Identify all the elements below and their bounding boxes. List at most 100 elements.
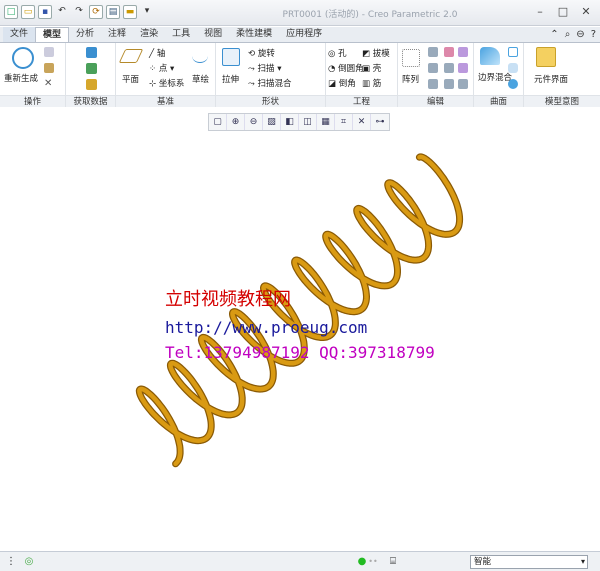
group-label-datum[interactable]: 基准 [116,95,215,107]
axis-label: 轴 [156,49,166,59]
group-label-get-data[interactable]: 获取数据 [66,95,115,107]
shrinkwrap-icon[interactable] [86,63,97,74]
sketch-icon[interactable] [192,49,208,63]
redo-icon[interactable]: ↷ [72,5,86,19]
sweep-button[interactable]: ⤳ 扫描 ▾ [248,62,282,74]
tab-render[interactable]: 渲染 [133,27,165,42]
save-icon[interactable]: ▪ [38,5,52,19]
csys-button[interactable]: ⊹ 坐标系 [149,77,184,89]
customize-icon[interactable]: ▾ [140,5,154,19]
view-manager-icon[interactable]: ▦ [317,114,335,130]
plane-icon[interactable] [118,49,144,63]
group-engineering: ◎ 孔 ◩ 拔模 ◔ 倒圆角 ▣ 壳 ◪ 倒角 ▥ 筋 工程 [326,43,398,107]
zoom-in-icon[interactable]: ⊕ [227,114,245,130]
component-interface-icon[interactable] [536,47,556,67]
extrude-button[interactable]: 拉伸 [222,73,239,85]
rib-button[interactable]: ▥ 筋 [362,77,381,89]
shell-label: 壳 [372,64,382,74]
mirror-icon[interactable] [428,47,438,57]
tab-tools[interactable]: 工具 [165,27,197,42]
shell-button[interactable]: ▣ 壳 [362,62,381,74]
sketch-button[interactable]: 草绘 [192,73,209,85]
pattern-icon[interactable] [402,49,420,67]
revolve-button[interactable]: ⟲ 旋转 [248,47,275,59]
freestyle-icon[interactable] [508,63,518,73]
fill-icon[interactable] [508,47,518,57]
browser-toggle-icon[interactable]: ◎ [22,555,36,569]
chamfer-button[interactable]: ◪ 倒角 [328,77,356,89]
thicken-icon[interactable] [444,79,454,89]
style-icon[interactable] [508,79,518,89]
component-interface-button[interactable]: 元件界面 [534,73,568,85]
tab-view[interactable]: 视图 [197,27,229,42]
tab-file[interactable]: 文件 [3,27,36,42]
group-label-engineering[interactable]: 工程 [326,95,397,107]
help-menu-icon[interactable]: ? [591,29,596,40]
regenerate-large-icon[interactable] [12,47,34,69]
delete-icon[interactable]: ✕ [44,79,54,89]
repaint-icon[interactable]: ▨ [263,114,281,130]
annotation-display-icon[interactable]: ✕ [353,114,371,130]
display-style-icon[interactable]: ◧ [281,114,299,130]
new-icon[interactable]: □ [4,5,18,19]
paste-icon[interactable] [44,63,54,73]
tab-analysis[interactable]: 分析 [69,27,101,42]
copy-icon[interactable] [44,47,54,57]
tab-flexible-modeling[interactable]: 柔性建模 [229,27,279,42]
zoom-out-icon[interactable]: ⊖ [245,114,263,130]
model-tree-toggle-icon[interactable]: ⋮ [4,555,18,569]
regenerate-button[interactable]: 重新生成 [4,72,38,84]
selection-filter-dropdown[interactable]: 智能 ▾ [470,555,588,569]
round-button[interactable]: ◔ 倒圆角 [328,62,364,74]
group-label-model-intent[interactable]: 模型意图 [524,95,600,107]
group-label-shapes[interactable]: 形状 [216,95,325,107]
close-window-icon[interactable]: ✕ [576,5,596,19]
spin-center-icon[interactable]: ⊶ [371,114,389,130]
search-icon[interactable]: ⌕ [565,29,571,40]
boundary-blend-button[interactable]: 边界混合 [478,71,512,83]
find-icon[interactable]: ⌸ [386,555,400,569]
solidify-icon[interactable] [458,79,468,89]
draft-button[interactable]: ◩ 拔模 [362,47,390,59]
maximize-icon[interactable]: □ [553,5,573,19]
zoom-fit-icon[interactable]: ▢ [209,114,227,130]
sweep-label: 扫描 [257,64,275,74]
saved-views-icon[interactable]: ◫ [299,114,317,130]
help-icon[interactable]: ⊖ [576,29,584,40]
project-icon[interactable] [458,47,468,57]
undo-icon[interactable]: ↶ [55,5,69,19]
plane-button[interactable]: 平面 [122,73,139,85]
point-button[interactable]: ⁘ 点 ▾ [149,62,174,74]
window-controls: – □ ✕ [530,5,596,19]
merge-icon[interactable] [86,79,97,90]
close-icon[interactable]: ▬ [123,5,137,19]
tab-annotate[interactable]: 注释 [101,27,133,42]
offset-icon[interactable] [428,79,438,89]
open-icon[interactable]: ▭ [21,5,35,19]
trim-icon[interactable] [444,63,454,73]
merge-edit-icon[interactable] [444,47,454,57]
swept-blend-button[interactable]: ⤳ 扫描混合 [248,77,292,89]
chevron-down-icon: ▾ [580,557,585,566]
collapse-ribbon-icon[interactable]: ⌃ [550,29,558,40]
group-label-operations[interactable]: 操作 [0,95,65,107]
tab-applications[interactable]: 应用程序 [279,27,329,42]
extrude-icon[interactable] [222,48,240,66]
minimize-icon[interactable]: – [530,5,550,19]
group-label-editing[interactable]: 编辑 [398,95,473,107]
datum-display-icon[interactable]: ⌗ [335,114,353,130]
hole-button[interactable]: ◎ 孔 [328,47,347,59]
regenerate-icon[interactable]: ⟳ [89,5,103,19]
graphics-window[interactable] [0,133,600,548]
axis-button[interactable]: ╱ 轴 [149,47,165,59]
chamfer-label: 倒角 [338,79,356,89]
tab-model[interactable]: 模型 [35,27,70,42]
group-label-surfaces[interactable]: 曲面 [474,95,523,107]
quick-access-toolbar: □ ▭ ▪ ↶ ↷ ⟳ ▤ ▬ ▾ [4,5,154,19]
windows-icon[interactable]: ▤ [106,5,120,19]
intersect-icon[interactable] [458,63,468,73]
boundary-blend-icon[interactable] [480,47,500,65]
pattern-button[interactable]: 阵列 [402,73,419,85]
extend-icon[interactable] [428,63,438,73]
copy-geometry-icon[interactable] [86,47,97,58]
